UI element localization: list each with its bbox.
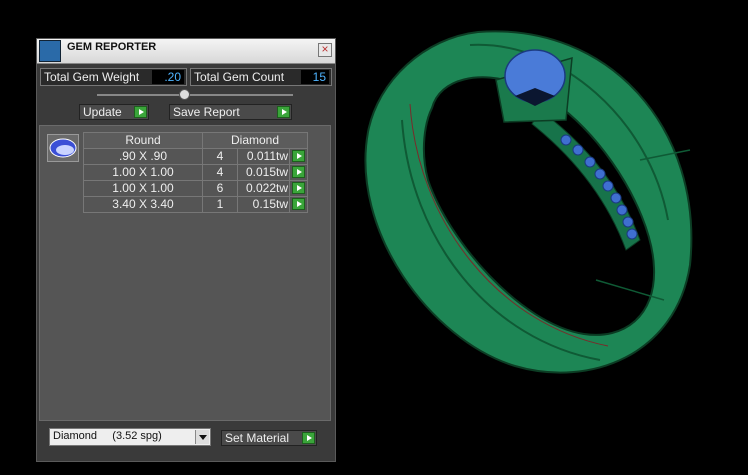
- gem-list-area: Round Diamond .90 X .90 4 0.011tw 1.00 X…: [39, 125, 331, 421]
- gem-weight: 0.15tw: [237, 196, 290, 213]
- slider-handle[interactable]: [179, 89, 190, 100]
- total-gem-weight-box: Total Gem Weight .20: [40, 68, 187, 86]
- select-row-button[interactable]: [292, 198, 305, 210]
- update-label: Update: [83, 105, 122, 119]
- gem-thumbnail[interactable]: [47, 134, 79, 162]
- panel-title: GEM REPORTER: [67, 41, 157, 53]
- table-row[interactable]: 1.00 X 1.00 4 0.015tw: [83, 164, 308, 181]
- save-report-button[interactable]: Save Report: [169, 104, 292, 120]
- gem-weight: 0.011tw: [237, 148, 290, 165]
- material-selected-value: Diamond (3.52 spg): [53, 430, 162, 442]
- save-report-go-icon[interactable]: [277, 106, 290, 118]
- gem-qty: 4: [202, 148, 238, 165]
- gem-size: .90 X .90: [83, 148, 203, 165]
- gem-size: 1.00 X 1.00: [83, 164, 203, 181]
- title-bar[interactable]: GEM REPORTER ×: [37, 39, 335, 64]
- gem-reporter-app-icon: [39, 40, 61, 62]
- total-gem-count-value: 15: [301, 70, 329, 84]
- select-row-button[interactable]: [292, 182, 305, 194]
- gem-reporter-panel: GEM REPORTER × Total Gem Weight .20 Tota…: [36, 38, 336, 462]
- select-row-button[interactable]: [292, 150, 305, 162]
- set-material-go-icon[interactable]: [302, 432, 315, 444]
- table-row[interactable]: 1.00 X 1.00 6 0.022tw: [83, 180, 308, 197]
- stone-header: Diamond: [202, 132, 308, 149]
- chevron-down-icon[interactable]: [195, 430, 209, 444]
- round-gem-icon: [49, 138, 77, 158]
- total-gem-count-label: Total Gem Count: [194, 70, 285, 84]
- close-button[interactable]: ×: [318, 43, 332, 57]
- material-dropdown[interactable]: Diamond (3.52 spg): [49, 428, 211, 446]
- gem-size: 3.40 X 3.40: [83, 196, 203, 213]
- table-row[interactable]: .90 X .90 4 0.011tw: [83, 148, 308, 165]
- set-material-label: Set Material: [225, 431, 290, 445]
- shape-header: Round: [83, 132, 203, 149]
- total-gem-count-box: Total Gem Count 15: [190, 68, 332, 86]
- gem-qty: 1: [202, 196, 238, 213]
- set-material-button[interactable]: Set Material: [221, 430, 317, 446]
- update-button[interactable]: Update: [79, 104, 149, 120]
- select-row-button[interactable]: [292, 166, 305, 178]
- gem-qty: 6: [202, 180, 238, 197]
- gem-weight: 0.022tw: [237, 180, 290, 197]
- gem-table: Round Diamond .90 X .90 4 0.011tw 1.00 X…: [83, 132, 308, 213]
- gem-qty: 4: [202, 164, 238, 181]
- gem-weight: 0.015tw: [237, 164, 290, 181]
- table-row[interactable]: 3.40 X 3.40 1 0.15tw: [83, 196, 308, 213]
- slider-track[interactable]: [97, 94, 293, 96]
- gem-size: 1.00 X 1.00: [83, 180, 203, 197]
- table-header-row: Round Diamond: [83, 132, 308, 149]
- total-gem-weight-label: Total Gem Weight: [44, 70, 140, 84]
- total-gem-weight-value: .20: [152, 70, 184, 84]
- save-report-label: Save Report: [173, 105, 240, 119]
- update-go-icon[interactable]: [134, 106, 147, 118]
